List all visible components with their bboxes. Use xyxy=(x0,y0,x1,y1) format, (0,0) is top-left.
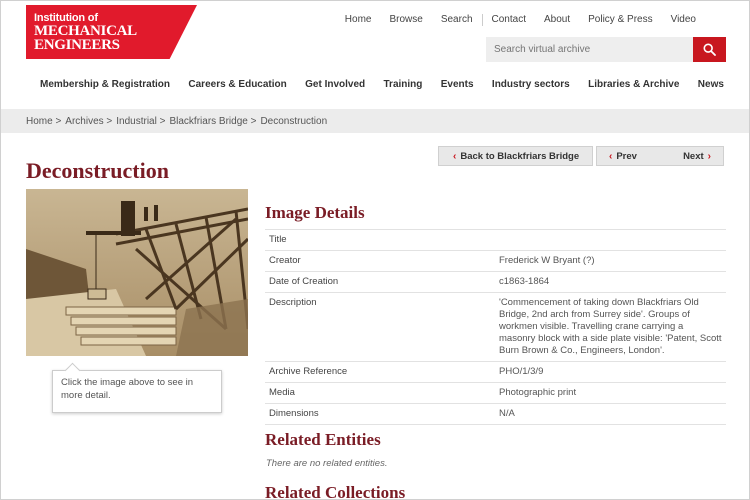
archive-photo[interactable] xyxy=(26,189,248,356)
detail-label: Creator xyxy=(269,255,301,266)
nav-get-involved[interactable]: Get Involved xyxy=(291,79,365,90)
table-row: Dimensions N/A xyxy=(265,403,726,425)
detail-value: Frederick W Bryant (?) xyxy=(499,255,595,266)
related-entities-heading: Related Entities xyxy=(265,430,381,449)
topnav-contact[interactable]: Contact xyxy=(481,14,535,26)
main-navigation: Membership & Registration Careers & Educ… xyxy=(26,79,724,90)
table-row: Title xyxy=(265,229,726,250)
breadcrumb-archives[interactable]: Archives > xyxy=(65,116,112,127)
image-details-heading: Image Details xyxy=(265,203,365,222)
next-label: Next xyxy=(683,150,704,162)
search-button[interactable] xyxy=(693,37,726,62)
logo-line3: ENGINEERS xyxy=(34,37,120,53)
detail-value xyxy=(499,234,722,246)
detail-value: PHO/1/3/9 xyxy=(499,366,544,377)
topnav-search[interactable]: Search xyxy=(432,14,482,26)
topnav-about[interactable]: About xyxy=(535,14,579,26)
institution-logo[interactable]: Institution of MECHANICAL ENGINEERS xyxy=(26,5,197,59)
detail-value: Photographic print xyxy=(499,387,577,398)
chevron-left-icon: ‹ xyxy=(453,150,457,162)
nav-membership[interactable]: Membership & Registration xyxy=(26,79,170,90)
table-row: Media Photographic print xyxy=(265,382,726,403)
image-hint-tooltip: Click the image above to see in more det… xyxy=(52,370,222,413)
topnav-video[interactable]: Video xyxy=(662,14,705,26)
breadcrumb-industrial[interactable]: Industrial > xyxy=(116,116,165,127)
table-row: Creator Frederick W Bryant (?) xyxy=(265,250,726,271)
detail-value: N/A xyxy=(499,408,515,419)
detail-value: c1863-1864 xyxy=(499,276,550,287)
prev-button[interactable]: ‹ Prev xyxy=(605,151,637,162)
detail-label: Media xyxy=(269,387,295,398)
related-entities-empty: There are no related entities. xyxy=(266,458,388,469)
table-row: Date of Creation c1863-1864 xyxy=(265,271,726,292)
back-button-label: Back to Blackfriars Bridge xyxy=(460,150,580,162)
page-navigation: ‹ Back to Blackfriars Bridge ‹ Prev Next › xyxy=(438,146,724,166)
search-icon xyxy=(703,43,716,56)
table-row: Archive Reference PHO/1/3/9 xyxy=(265,361,726,382)
table-row: Description 'Commencement of taking down… xyxy=(265,292,726,361)
nav-events[interactable]: Events xyxy=(427,79,474,90)
prev-next-group: ‹ Prev Next › xyxy=(596,146,724,166)
image-details-table: Title Creator Frederick W Bryant (?) Dat… xyxy=(265,229,726,425)
detail-label: Title xyxy=(269,234,287,245)
page-title: Deconstruction xyxy=(26,158,169,183)
breadcrumb: Home > Archives > Industrial > Blackfria… xyxy=(1,109,749,133)
related-collections-heading: Related Collections xyxy=(265,483,406,500)
detail-label: Description xyxy=(269,297,317,308)
back-button[interactable]: ‹ Back to Blackfriars Bridge xyxy=(438,146,593,166)
topnav-home[interactable]: Home xyxy=(336,14,381,26)
breadcrumb-current: Deconstruction xyxy=(260,115,328,127)
chevron-right-icon: › xyxy=(707,150,711,162)
detail-value: 'Commencement of taking down Blackfriars… xyxy=(499,297,722,356)
topnav-browse[interactable]: Browse xyxy=(380,14,431,26)
search-bar xyxy=(486,37,726,62)
nav-industry-sectors[interactable]: Industry sectors xyxy=(478,79,570,90)
nav-training[interactable]: Training xyxy=(370,79,423,90)
nav-news[interactable]: News xyxy=(684,79,724,90)
nav-libraries-archive[interactable]: Libraries & Archive xyxy=(574,79,679,90)
search-input[interactable] xyxy=(486,37,693,62)
next-button[interactable]: Next › xyxy=(683,151,715,162)
breadcrumb-blackfriars-bridge[interactable]: Blackfriars Bridge > xyxy=(169,116,256,127)
topnav-policy-press[interactable]: Policy & Press xyxy=(579,14,661,26)
chevron-left-icon: ‹ xyxy=(609,150,613,162)
prev-label: Prev xyxy=(616,150,637,162)
detail-label: Dimensions xyxy=(269,408,319,419)
breadcrumb-home[interactable]: Home > xyxy=(26,116,61,127)
top-navigation: Home Browse Search Contact About Policy … xyxy=(336,14,705,26)
bridge-photo-image xyxy=(26,189,248,356)
detail-label: Archive Reference xyxy=(269,366,348,377)
detail-label: Date of Creation xyxy=(269,276,339,287)
nav-careers[interactable]: Careers & Education xyxy=(174,79,286,90)
